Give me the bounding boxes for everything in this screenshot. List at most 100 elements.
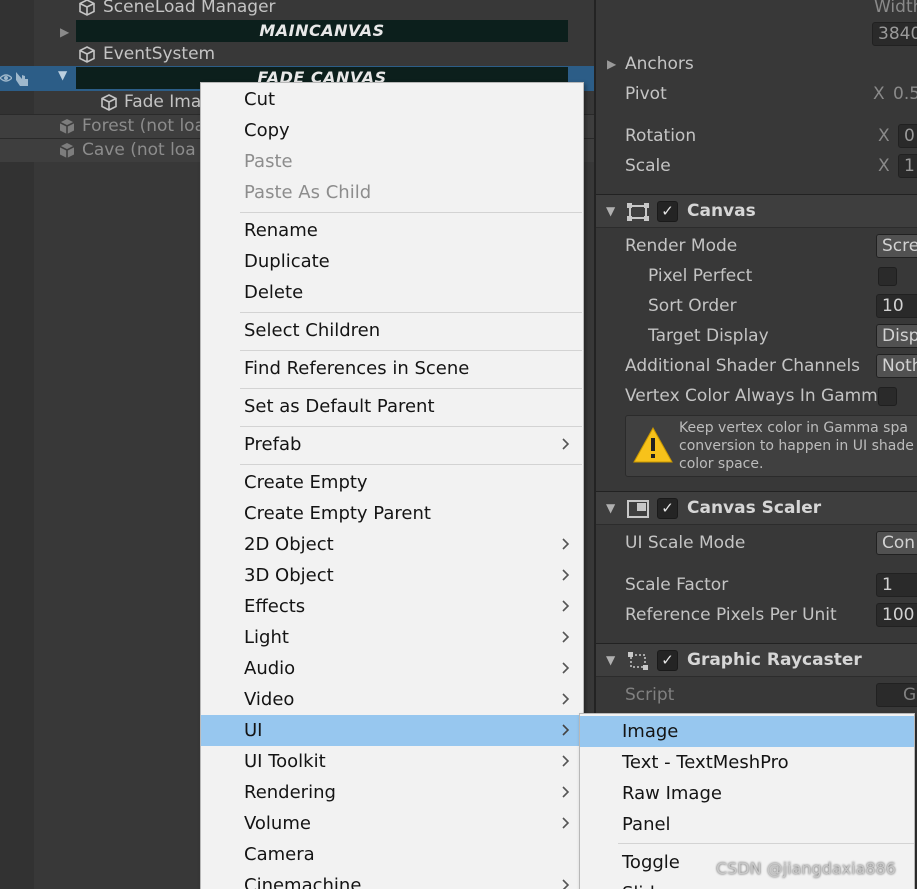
menu-item-rendering[interactable]: Rendering xyxy=(201,777,583,808)
menu-item-copy[interactable]: Copy xyxy=(201,115,583,146)
hierarchy-item-label: Fade Ima xyxy=(124,92,202,112)
menu-item-find-references[interactable]: Find References in Scene xyxy=(201,353,583,384)
graphic-raycaster-component-header[interactable]: ▼ ✓ Graphic Raycaster xyxy=(596,643,917,677)
fold-arrow-icon[interactable]: ▼ xyxy=(606,644,615,677)
unity-scene-icon xyxy=(59,119,75,134)
anchors-row[interactable]: ▶ Anchors xyxy=(596,49,917,79)
menu-separator xyxy=(618,843,914,844)
watermark: CSDN @jiangdaxia886 xyxy=(716,859,896,878)
menu-item-effects[interactable]: Effects xyxy=(201,591,583,622)
shader-channels-label: Additional Shader Channels xyxy=(625,356,861,376)
menu-item-create-empty-parent[interactable]: Create Empty Parent xyxy=(201,498,583,529)
vertex-color-gamma-checkbox[interactable] xyxy=(878,387,897,406)
pickable-hand-icon[interactable] xyxy=(12,70,32,88)
pivot-x-field[interactable]: 0.5 xyxy=(893,79,917,109)
menu-item-audio[interactable]: Audio xyxy=(201,653,583,684)
chevron-right-icon xyxy=(562,724,570,736)
scene-label: Forest (not loa xyxy=(82,116,205,136)
ui-scale-mode-row: UI Scale Mode Con xyxy=(596,528,917,558)
gameobject-cube-icon xyxy=(79,46,95,63)
pivot-row: Pivot X 0.5 xyxy=(596,79,917,109)
scale-row: Scale X 1 xyxy=(596,151,917,181)
menu-item-light[interactable]: Light xyxy=(201,622,583,653)
enable-checkbox-icon[interactable]: ✓ xyxy=(657,201,678,222)
menu-item-3d-object[interactable]: 3D Object xyxy=(201,560,583,591)
ui-scale-mode-label: UI Scale Mode xyxy=(625,533,746,553)
reference-pixels-field[interactable]: 100 xyxy=(876,603,917,627)
menu-item-delete[interactable]: Delete xyxy=(201,277,583,308)
width-field[interactable]: 3840 xyxy=(872,22,917,46)
render-mode-dropdown[interactable]: Scre xyxy=(876,234,917,258)
menu-item-rename[interactable]: Rename xyxy=(201,215,583,246)
scale-factor-row: Scale Factor 1 xyxy=(596,570,917,600)
menu-item-camera[interactable]: Camera xyxy=(201,839,583,870)
sort-order-row: Sort Order 10 xyxy=(596,291,917,321)
submenu-item-text-textmeshpro[interactable]: Text - TextMeshPro xyxy=(580,747,914,778)
fold-arrow-icon[interactable]: ▼ xyxy=(606,492,615,525)
hierarchy-item-label: SceneLoad Manager xyxy=(103,0,276,17)
hierarchy-item-maincanvas[interactable]: MAINCANVAS xyxy=(76,20,568,42)
submenu-item-image[interactable]: Image xyxy=(580,716,914,747)
menu-item-ui-toolkit[interactable]: UI Toolkit xyxy=(201,746,583,777)
menu-item-prefab[interactable]: Prefab xyxy=(201,429,583,460)
menu-item-cinemachine[interactable]: Cinemachine xyxy=(201,870,583,889)
collapse-arrow-icon[interactable]: ▼ xyxy=(58,68,67,82)
anchors-fold-icon[interactable]: ▶ xyxy=(607,49,616,79)
hierarchy-item-sceneload-manager[interactable]: SceneLoad Manager xyxy=(0,0,594,19)
shader-channels-dropdown[interactable]: Noth xyxy=(876,354,917,378)
submenu-item-raw-image[interactable]: Raw Image xyxy=(580,778,914,809)
chevron-right-icon xyxy=(562,569,570,581)
menu-item-cut[interactable]: Cut xyxy=(201,84,583,115)
pivot-x-label: X xyxy=(873,84,885,104)
menu-separator xyxy=(240,388,582,389)
menu-item-ui[interactable]: UI xyxy=(201,715,583,746)
scale-factor-field[interactable]: 1 xyxy=(876,573,917,597)
menu-separator xyxy=(240,426,582,427)
visibility-eye-icon[interactable] xyxy=(0,73,12,83)
fold-arrow-icon[interactable]: ▼ xyxy=(606,195,615,228)
canvas-component-header[interactable]: ▼ ✓ Canvas xyxy=(596,194,917,228)
graphic-raycaster-icon xyxy=(628,652,648,670)
enable-checkbox-icon[interactable]: ✓ xyxy=(657,498,678,519)
component-title: Graphic Raycaster xyxy=(687,650,862,670)
chevron-right-icon xyxy=(562,438,570,450)
menu-separator xyxy=(240,464,582,465)
menu-item-create-empty[interactable]: Create Empty xyxy=(201,467,583,498)
enable-checkbox-icon[interactable]: ✓ xyxy=(657,650,678,671)
canvas-icon xyxy=(627,203,649,221)
scale-factor-label: Scale Factor xyxy=(625,575,729,595)
expand-arrow-icon[interactable]: ▶ xyxy=(58,20,78,44)
scale-label: Scale xyxy=(625,156,671,176)
menu-item-paste-as-child: Paste As Child xyxy=(244,182,372,203)
chevron-right-icon xyxy=(562,879,570,889)
submenu-item-panel[interactable]: Panel xyxy=(580,809,914,840)
sort-order-label: Sort Order xyxy=(648,296,737,316)
shader-channels-row: Additional Shader Channels Noth xyxy=(596,351,917,381)
pixel-perfect-checkbox[interactable] xyxy=(878,267,897,286)
menu-separator xyxy=(240,312,582,313)
menu-item-duplicate[interactable]: Duplicate xyxy=(201,246,583,277)
pivot-label: Pivot xyxy=(625,84,667,104)
scale-x-field[interactable]: 1 xyxy=(898,154,917,178)
render-mode-row: Render Mode Scre xyxy=(596,231,917,261)
reference-pixels-row: Reference Pixels Per Unit 100 xyxy=(596,600,917,630)
vertex-color-gamma-label: Vertex Color Always In Gamm xyxy=(625,386,878,406)
component-title: Canvas xyxy=(687,201,756,221)
hierarchy-item-eventsystem[interactable]: EventSystem xyxy=(0,42,594,66)
menu-item-2d-object[interactable]: 2D Object xyxy=(201,529,583,560)
menu-item-select-children[interactable]: Select Children xyxy=(201,315,583,346)
menu-item-set-default-parent[interactable]: Set as Default Parent xyxy=(201,391,583,422)
rotation-x-field[interactable]: 0 xyxy=(898,124,917,148)
canvas-scaler-component-header[interactable]: ▼ ✓ Canvas Scaler xyxy=(596,491,917,525)
target-display-dropdown[interactable]: Disp xyxy=(876,324,917,348)
pixel-perfect-row: Pixel Perfect xyxy=(596,261,917,291)
sort-order-field[interactable]: 10 xyxy=(876,294,917,318)
menu-item-video[interactable]: Video xyxy=(201,684,583,715)
ui-scale-mode-dropdown[interactable]: Con xyxy=(876,531,917,555)
rotation-x-label: X xyxy=(878,126,890,146)
scale-x-label: X xyxy=(878,156,890,176)
menu-separator xyxy=(240,350,582,351)
menu-item-volume[interactable]: Volume xyxy=(201,808,583,839)
gameobject-cube-icon xyxy=(79,0,95,16)
script-field[interactable]: G xyxy=(876,683,917,707)
